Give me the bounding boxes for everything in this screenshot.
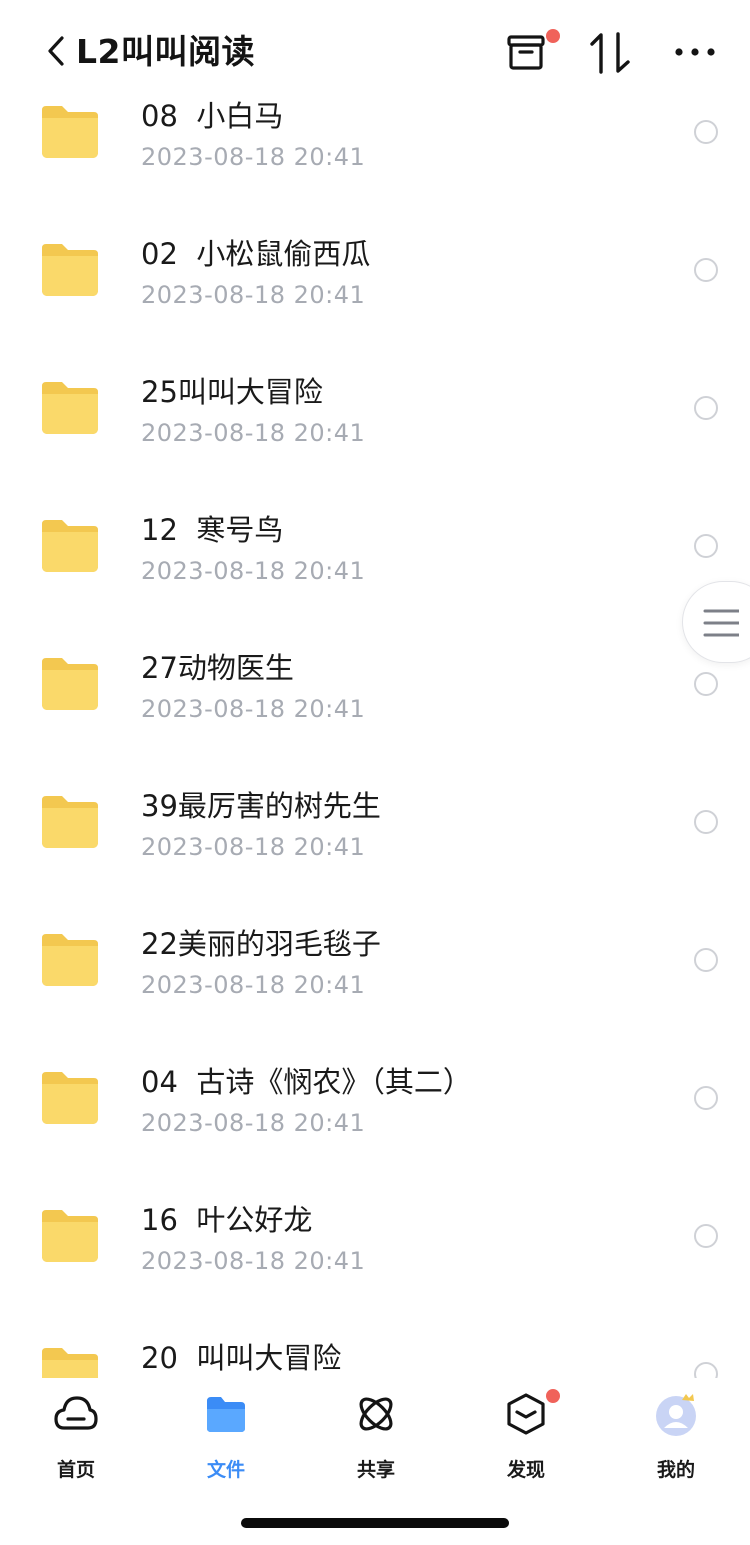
notification-dot: [544, 1387, 562, 1405]
orbit-icon: [359, 1397, 393, 1431]
select-radio[interactable]: [694, 948, 718, 972]
file-name: 39最厉害的树先生: [141, 789, 381, 823]
folder-icon: [42, 1348, 98, 1378]
tab-share[interactable]: 共享: [321, 1392, 431, 1481]
tab-home[interactable]: 首页: [21, 1392, 131, 1481]
folder-icon: [42, 244, 98, 296]
folder-icon: [42, 382, 98, 434]
file-row[interactable]: 20 叫叫大冒险: [0, 1290, 750, 1378]
file-date: 2023-08-18 20:41: [141, 143, 366, 171]
file-list[interactable]: 08 小白马 2023-08-18 20:41 02 小松鼠偷西瓜 2023-0…: [0, 0, 750, 1378]
select-radio[interactable]: [694, 810, 718, 834]
tab-label: 发现: [506, 1459, 545, 1481]
tab-label: 共享: [356, 1459, 395, 1481]
file-name: 02 小松鼠偷西瓜: [141, 237, 371, 271]
folder-icon: [42, 1210, 98, 1262]
select-radio[interactable]: [694, 120, 718, 144]
select-radio[interactable]: [694, 1086, 718, 1110]
file-row[interactable]: 22美丽的羽毛毯子 2023-08-18 20:41: [0, 876, 750, 1014]
file-row[interactable]: 04 古诗《悯农》（其二） 2023-08-18 20:41: [0, 1014, 750, 1152]
tab-label: 首页: [56, 1459, 95, 1481]
file-name: 25叫叫大冒险: [141, 375, 323, 409]
archive-box-icon[interactable]: [506, 32, 546, 72]
folder-icon: [42, 106, 98, 158]
select-radio[interactable]: [694, 396, 718, 420]
file-name: 08 小白马: [141, 99, 284, 133]
cube-icon: [507, 1393, 545, 1435]
home-indicator: [241, 1518, 509, 1528]
notification-dot: [546, 29, 560, 43]
more-icon[interactable]: [674, 44, 716, 60]
tab-files[interactable]: 文件: [171, 1392, 281, 1481]
file-row[interactable]: 02 小松鼠偷西瓜 2023-08-18 20:41: [0, 186, 750, 324]
file-row[interactable]: 16 叶公好龙 2023-08-18 20:41: [0, 1152, 750, 1290]
tab-label: 我的: [656, 1459, 695, 1481]
menu-lines-icon: [703, 609, 739, 637]
folder-icon: [207, 1397, 245, 1432]
file-row[interactable]: 27动物医生 2023-08-18 20:41: [0, 600, 750, 738]
file-name: 22美丽的羽毛毯子: [141, 927, 381, 961]
select-radio[interactable]: [694, 1362, 718, 1378]
tab-me[interactable]: 我的: [621, 1392, 731, 1481]
file-date: 2023-08-18 20:41: [141, 281, 366, 309]
file-date: 2023-08-18 20:41: [141, 833, 366, 861]
top-nav-bar: L2叫叫阅读: [0, 0, 750, 100]
file-row[interactable]: 12 寒号鸟 2023-08-18 20:41: [0, 462, 750, 600]
select-radio[interactable]: [694, 672, 718, 696]
file-date: 2023-08-18 20:41: [141, 1109, 366, 1137]
file-date: 2023-08-18 20:41: [141, 1247, 366, 1275]
file-date: 2023-08-18 20:41: [141, 695, 366, 723]
file-name: 20 叫叫大冒险: [141, 1341, 342, 1375]
file-name: 12 寒号鸟: [141, 513, 284, 547]
tab-discover[interactable]: 发现: [471, 1392, 581, 1481]
folder-icon: [42, 520, 98, 572]
select-radio[interactable]: [694, 1224, 718, 1248]
file-name: 27动物医生: [141, 651, 294, 685]
back-icon[interactable]: [42, 34, 70, 68]
folder-icon: [42, 1072, 98, 1124]
file-row[interactable]: 25叫叫大冒险 2023-08-18 20:41: [0, 324, 750, 462]
file-date: 2023-08-18 20:41: [141, 971, 366, 999]
folder-icon: [42, 796, 98, 848]
file-date: 2023-08-18 20:41: [141, 419, 366, 447]
sort-icon[interactable]: [588, 30, 632, 76]
select-radio[interactable]: [694, 258, 718, 282]
file-date: 2023-08-18 20:41: [141, 557, 366, 585]
folder-icon: [42, 934, 98, 986]
cloud-icon: [54, 1396, 98, 1430]
file-name: 16 叶公好龙: [141, 1203, 313, 1237]
page-title: L2叫叫阅读: [76, 32, 255, 71]
tab-label: 文件: [206, 1459, 245, 1481]
file-row[interactable]: 39最厉害的树先生 2023-08-18 20:41: [0, 738, 750, 876]
select-radio[interactable]: [694, 534, 718, 558]
file-name: 04 古诗《悯农》（其二）: [141, 1065, 472, 1099]
folder-icon: [42, 658, 98, 710]
avatar-icon: [656, 1394, 696, 1436]
